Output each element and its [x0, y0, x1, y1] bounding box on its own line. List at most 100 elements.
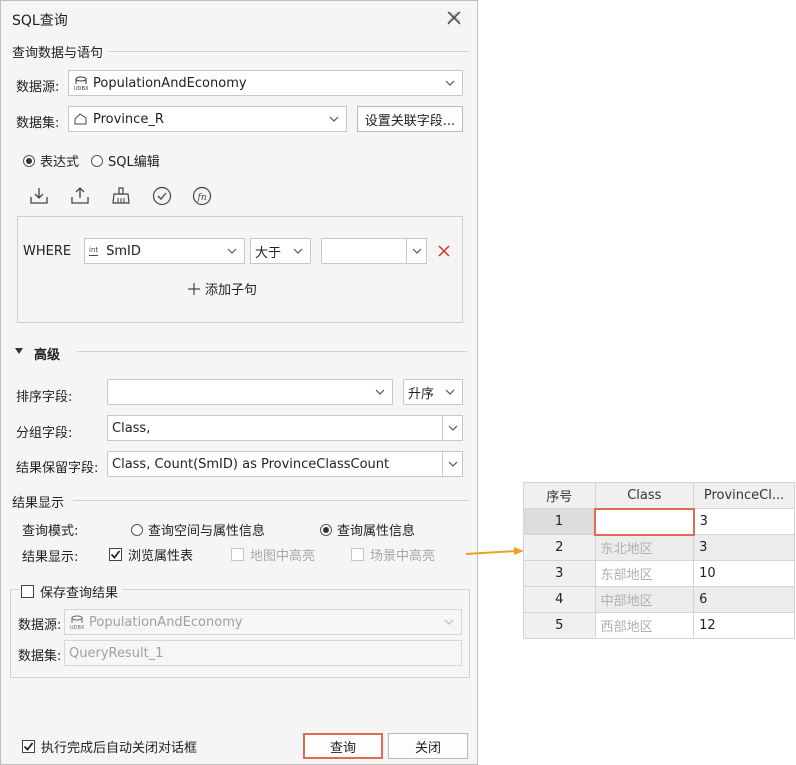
mode-expression-label: 表达式 — [40, 155, 80, 170]
browse-attr-label: 浏览属性表 — [128, 549, 194, 564]
delete-clause-icon[interactable] — [437, 244, 451, 258]
checkbox-checked — [109, 548, 122, 561]
operator-select[interactable]: 大于 — [250, 238, 311, 264]
table-row[interactable]: 4 中部地区 6 — [523, 586, 795, 613]
result-group-label: 结果显示 — [12, 496, 65, 511]
query-mode-spatial-label: 查询空间与属性信息 — [148, 524, 266, 539]
count-cell[interactable]: 3 — [693, 508, 795, 535]
checkmark-icon — [23, 742, 34, 751]
mode-expression-radio[interactable]: 表达式 — [23, 151, 79, 170]
arrow-icon — [465, 547, 524, 555]
mode-sql-radio[interactable]: SQL编辑 — [91, 151, 160, 170]
sort-order-select[interactable]: 升序 — [403, 379, 463, 405]
import-icon[interactable] — [28, 185, 50, 207]
scene-highlight-label: 场景中高亮 — [370, 549, 436, 564]
save-dataset-input[interactable]: QueryResult_1 — [64, 640, 462, 666]
save-datasource-select[interactable]: UDBX PopulationAndEconomy — [64, 609, 462, 635]
datasource-value: PopulationAndEconomy — [93, 75, 247, 91]
class-cell[interactable]: 中部地区 — [594, 586, 695, 613]
result-show-label: 结果显示: — [22, 550, 79, 565]
radio-checked — [23, 154, 35, 167]
field-type-tag: int — [89, 246, 99, 256]
class-cell[interactable] — [594, 507, 695, 536]
keep-field-combo[interactable]: Class, Count(SmID) as ProvinceClassCount — [107, 451, 463, 477]
map-highlight-checkbox[interactable]: 地图中高亮 — [231, 545, 315, 564]
query-mode-label: 查询模式: — [22, 524, 79, 539]
save-datasource-value: PopulationAndEconomy — [89, 614, 243, 630]
operand-dropdown-button[interactable] — [406, 239, 426, 263]
checkmark-icon — [110, 550, 121, 559]
query-button[interactable]: 查询 — [303, 733, 383, 759]
svg-text:UDBX: UDBX — [70, 625, 85, 630]
dataset-select[interactable]: Province_R — [68, 106, 347, 132]
keep-field-label: 结果保留字段: — [16, 461, 99, 476]
function-icon[interactable]: fn — [191, 185, 213, 207]
export-icon[interactable] — [69, 185, 91, 207]
class-cell[interactable]: 西部地区 — [594, 612, 695, 639]
table-row[interactable]: 2 东北地区 3 — [523, 534, 795, 561]
chevron-down-icon — [448, 461, 458, 467]
group-field-label: 分组字段: — [16, 426, 73, 441]
keep-field-dropdown-button[interactable] — [442, 452, 462, 476]
row-number: 5 — [523, 612, 596, 639]
table-row[interactable]: 3 东部地区 10 — [523, 560, 795, 587]
collapse-triangle-icon[interactable] — [14, 346, 24, 356]
column-header[interactable]: 序号 — [523, 482, 596, 509]
table-row[interactable]: 1 3 — [523, 507, 795, 536]
add-clause-button[interactable]: 添加子句 — [187, 279, 257, 298]
dataset-label: 数据集: — [16, 116, 60, 131]
query-mode-spatial-radio[interactable]: 查询空间与属性信息 — [131, 520, 265, 539]
map-highlight-label: 地图中高亮 — [250, 549, 316, 564]
query-mode-attr-radio[interactable]: 查询属性信息 — [320, 520, 415, 539]
radio-unchecked — [91, 154, 103, 167]
datasource-label: 数据源: — [16, 80, 60, 95]
scene-highlight-checkbox[interactable]: 场景中高亮 — [351, 545, 435, 564]
count-cell[interactable]: 10 — [693, 560, 795, 587]
radio-unchecked — [131, 523, 143, 536]
sort-field-select[interactable] — [107, 379, 393, 405]
count-cell[interactable]: 6 — [693, 586, 795, 613]
row-number: 4 — [523, 586, 596, 613]
save-dataset-value: QueryResult_1 — [69, 645, 164, 661]
group-field-dropdown-button[interactable] — [442, 416, 462, 440]
column-header[interactable]: Class — [594, 482, 695, 509]
advanced-label: 高级 — [34, 348, 61, 363]
group-field-value: Class, — [112, 420, 151, 436]
chevron-down-icon — [412, 248, 422, 254]
chevron-down-icon — [444, 619, 454, 625]
datasource-select[interactable]: UDBX PopulationAndEconomy — [68, 70, 463, 96]
title-bar: SQL查询 — [1, 1, 477, 37]
operand-combo[interactable] — [321, 238, 427, 264]
checkbox-unchecked — [21, 585, 34, 598]
row-number: 2 — [523, 534, 596, 561]
check-circle-icon[interactable] — [151, 185, 173, 207]
close-icon[interactable] — [445, 9, 463, 27]
table-header-row: 序号 Class ProvinceCl... — [523, 482, 795, 509]
close-button[interactable]: 关闭 — [388, 733, 468, 759]
chevron-down-icon — [293, 248, 303, 254]
auto-close-checkbox[interactable]: 执行完成后自动关闭对话框 — [22, 737, 197, 756]
save-result-checkbox[interactable]: 保存查询结果 — [19, 582, 123, 601]
table-row[interactable]: 5 西部地区 12 — [523, 612, 795, 639]
browse-attr-checkbox[interactable]: 浏览属性表 — [109, 545, 193, 564]
where-clause-box — [17, 216, 463, 323]
region-dataset-icon — [74, 113, 87, 125]
chevron-down-icon — [448, 425, 458, 431]
clear-broom-icon[interactable] — [110, 185, 132, 207]
udbx-datasource-icon: UDBX — [70, 615, 85, 630]
group-field-combo[interactable]: Class, — [107, 415, 463, 441]
save-dataset-label: 数据集: — [18, 649, 62, 664]
relate-fields-button[interactable]: 设置关联字段... — [357, 106, 463, 132]
class-cell[interactable]: 东部地区 — [594, 560, 695, 587]
field-value: SmID — [106, 243, 141, 259]
plus-icon — [188, 282, 200, 295]
field-select[interactable]: int SmID — [84, 238, 245, 264]
count-cell[interactable]: 3 — [693, 534, 795, 561]
add-clause-label: 添加子句 — [205, 283, 258, 298]
checkbox-unchecked — [231, 548, 244, 561]
column-header[interactable]: ProvinceCl... — [693, 482, 795, 509]
sort-order-value: 升序 — [408, 386, 435, 402]
count-cell[interactable]: 12 — [693, 612, 795, 639]
operator-value: 大于 — [255, 245, 282, 261]
class-cell[interactable]: 东北地区 — [594, 534, 695, 561]
